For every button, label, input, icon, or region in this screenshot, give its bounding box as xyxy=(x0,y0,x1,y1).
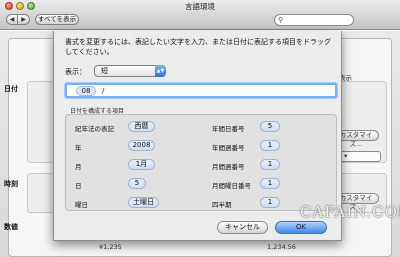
number-sample-decimal: 1,234.56 xyxy=(267,243,296,251)
title-bar: 言語環境 ◀ ▶ すべてを表示 ⚲ xyxy=(0,0,400,30)
element-token-quarter[interactable]: 1 xyxy=(260,197,280,208)
element-label: 月間週番号 xyxy=(212,163,245,171)
display-style-popup[interactable]: 短 ▲▼ xyxy=(94,65,166,77)
element-label: 曜日 xyxy=(75,201,88,209)
element-label: 紀年法の表記 xyxy=(75,125,114,133)
element-token-era[interactable]: 西暦 xyxy=(128,121,155,132)
section-numbers-label: 数値 xyxy=(4,223,18,231)
element-label: 年 xyxy=(75,144,82,152)
date-style-select[interactable]: ▾ xyxy=(339,151,381,162)
watermark: CAFAIN.COM xyxy=(300,203,400,221)
section-date-label: 日付 xyxy=(4,85,18,93)
element-token-day-of-year[interactable]: 5 xyxy=(260,121,280,132)
element-label: 月 xyxy=(75,163,82,171)
element-token-week-of-month[interactable]: 1 xyxy=(260,159,280,170)
display-style-value: 短 xyxy=(101,67,108,75)
window-title: 言語環境 xyxy=(185,2,215,11)
element-token-year[interactable]: 2008 xyxy=(128,140,155,151)
section-time-label: 時刻 xyxy=(4,180,18,188)
ok-button[interactable]: OK xyxy=(275,221,327,234)
element-token-weekday[interactable]: 土曜日 xyxy=(128,197,159,208)
element-label: 年間週番号 xyxy=(212,144,245,152)
format-field[interactable]: 08 / xyxy=(65,83,337,98)
display-style-label: 表示： xyxy=(65,68,86,76)
element-token-day[interactable]: 5 xyxy=(128,178,146,189)
element-token-month[interactable]: 1月 xyxy=(128,159,155,170)
number-sample-currency: ¥1,235 xyxy=(99,243,122,251)
element-label: 日 xyxy=(75,182,82,190)
element-token-week-of-year[interactable]: 1 xyxy=(260,140,280,151)
element-token-weekday-ordinal[interactable]: 1 xyxy=(260,178,280,189)
date-elements-group: 紀年法の表記 西暦 年 2008 月 1月 日 5 曜日 土曜日 年間日番号 5… xyxy=(65,114,337,211)
cancel-button[interactable]: キャンセル xyxy=(217,221,268,234)
back-button[interactable]: ◀ xyxy=(6,14,18,25)
format-separator: / xyxy=(102,87,105,95)
element-label: 年間日番号 xyxy=(212,125,245,133)
format-token-month[interactable]: 08 xyxy=(76,86,96,96)
popup-arrows-icon: ▲▼ xyxy=(155,65,166,77)
element-label: 月間曜日番号 xyxy=(212,182,251,190)
customize-date-sheet: 書式を変更するには、表記したい文字を入力、または日付に表記する項目をドラッグして… xyxy=(53,31,342,241)
show-all-button[interactable]: すべてを表示 xyxy=(35,14,79,25)
magnifier-icon: ⚲ xyxy=(278,16,284,24)
instruction-text: 書式を変更するには、表記したい文字を入力、または日付に表記する項目をドラッグして… xyxy=(65,38,331,56)
forward-button[interactable]: ▶ xyxy=(18,14,30,25)
search-input[interactable]: ⚲ xyxy=(274,14,354,26)
element-label: 四半期 xyxy=(212,201,232,209)
